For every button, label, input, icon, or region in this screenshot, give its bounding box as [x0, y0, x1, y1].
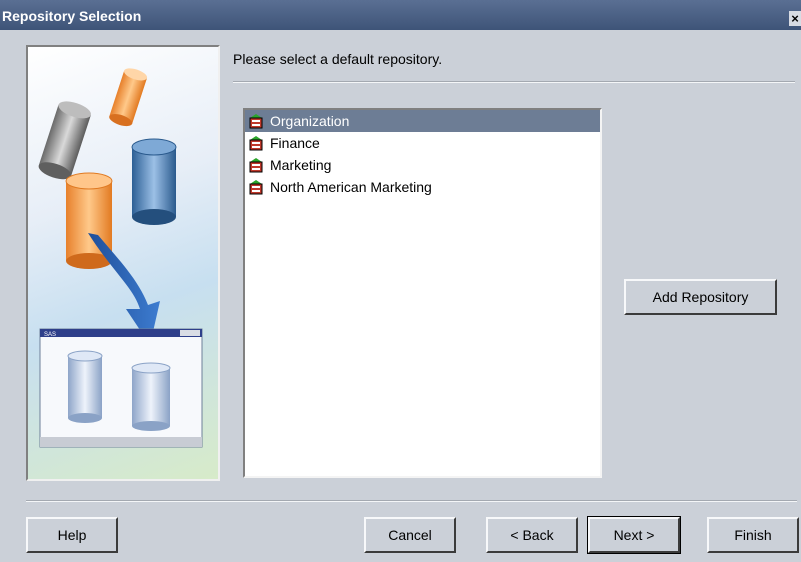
instruction-text: Please select a default repository. [233, 51, 443, 67]
repository-icon [249, 179, 263, 195]
list-item[interactable]: North American Marketing [245, 176, 600, 198]
repository-icon [249, 135, 263, 151]
help-button[interactable]: Help [26, 517, 118, 553]
list-item-label: Marketing [270, 157, 332, 173]
list-item-label: Finance [270, 135, 320, 151]
list-item[interactable]: Finance [245, 132, 600, 154]
next-button[interactable]: Next > [587, 516, 681, 554]
repository-icon [249, 113, 263, 129]
repository-list[interactable]: Organization Finance Marketing North Ame… [243, 108, 602, 478]
repository-icon [249, 157, 263, 173]
finish-button[interactable]: Finish [707, 517, 799, 553]
list-item[interactable]: Marketing [245, 154, 600, 176]
list-item[interactable]: Organization [245, 110, 600, 132]
cancel-button[interactable]: Cancel [364, 517, 456, 553]
list-item-label: North American Marketing [270, 179, 432, 195]
illustration-window-label: SAS [44, 332, 56, 338]
close-icon[interactable]: × [789, 11, 801, 26]
add-repository-button[interactable]: Add Repository [624, 279, 777, 315]
back-button[interactable]: < Back [486, 517, 578, 553]
wizard-illustration: SAS [26, 45, 220, 481]
footer-divider [26, 500, 797, 502]
title-bar: Repository Selection × [0, 0, 801, 30]
window-title: Repository Selection [2, 8, 142, 24]
list-item-label: Organization [270, 113, 350, 129]
header-divider [233, 81, 795, 83]
